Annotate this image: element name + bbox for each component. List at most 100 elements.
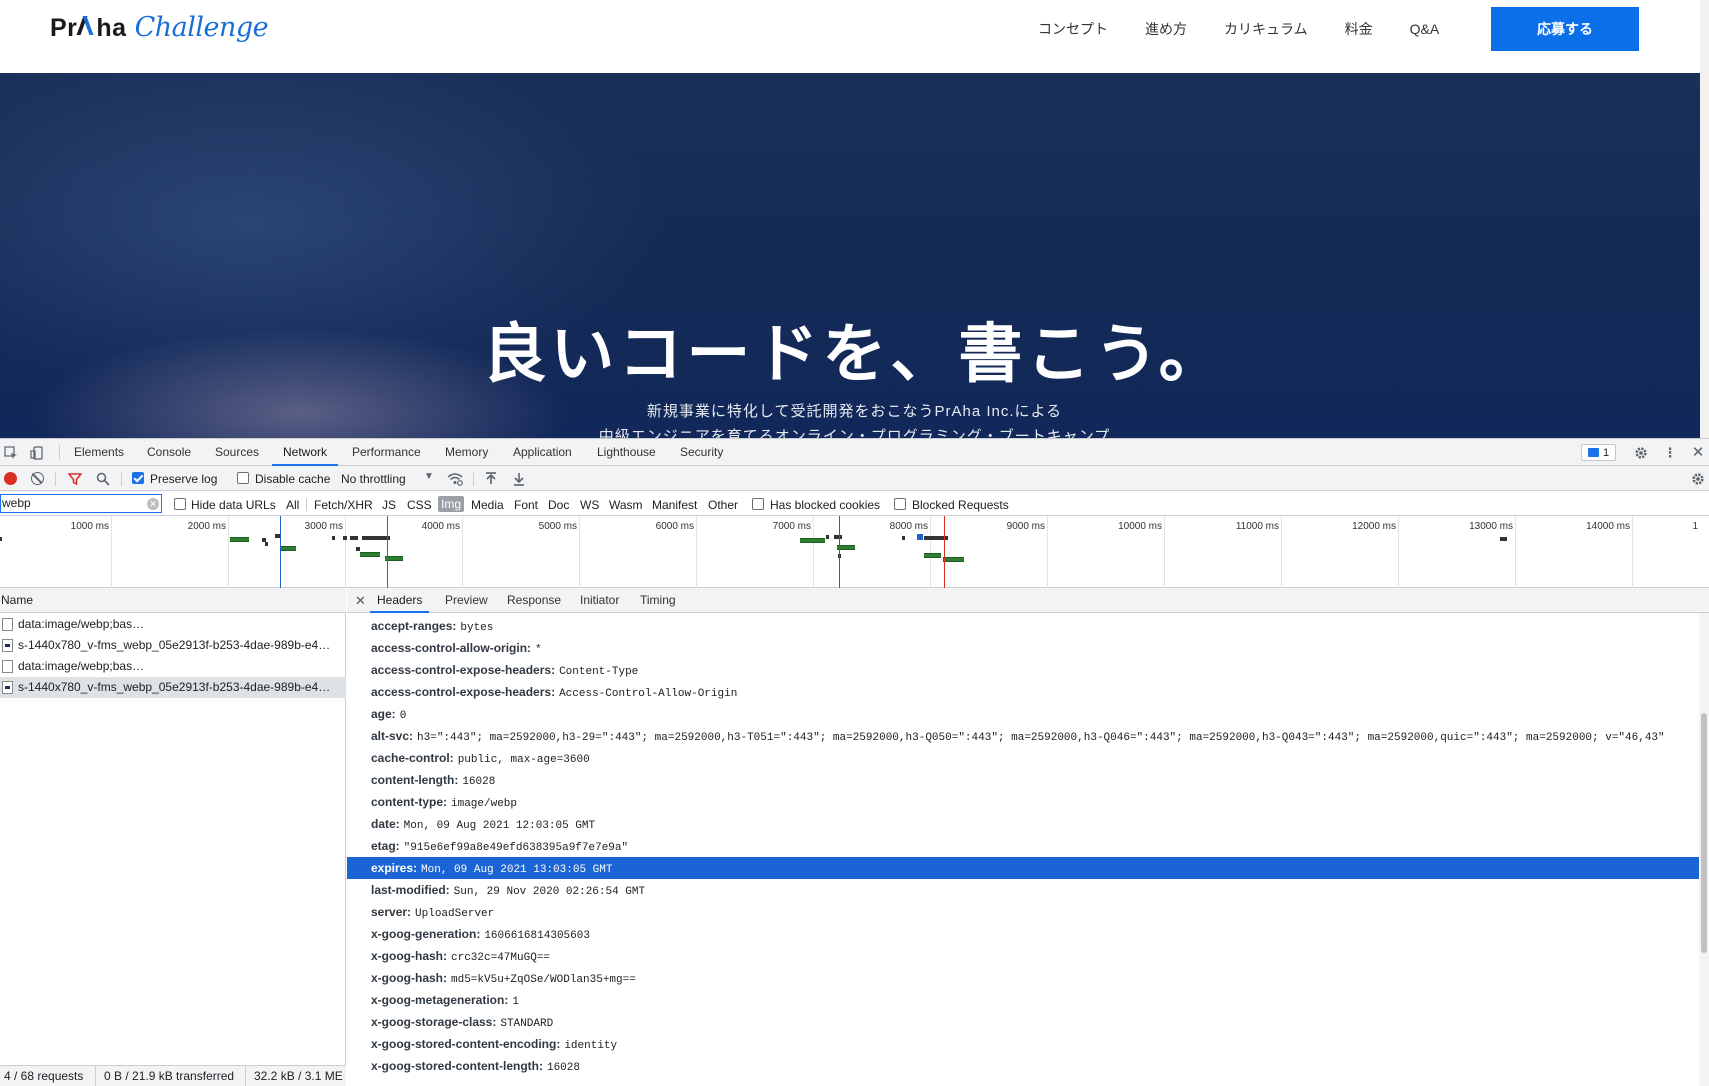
tab-elements[interactable]: Elements	[74, 439, 124, 466]
header-row[interactable]: cache-control: public, max-age=3600	[347, 747, 1699, 769]
network-filter-bar: webp ✕ Hide data URLs All Fetch/XHR JS C…	[0, 491, 1709, 516]
has-blocked-cookies-checkbox[interactable]	[752, 498, 764, 510]
request-row[interactable]: data:image/webp;bas…	[0, 656, 346, 677]
clear-icon[interactable]	[31, 472, 44, 485]
issues-badge[interactable]: 1	[1581, 444, 1616, 461]
search-icon[interactable]	[95, 471, 111, 487]
detail-scrollbar[interactable]	[1699, 613, 1709, 1086]
device-toolbar-icon[interactable]	[29, 445, 45, 461]
type-filter-font[interactable]: Font	[514, 498, 538, 512]
header-row[interactable]: x-goog-storage-class: STANDARD	[347, 1011, 1699, 1033]
filter-input[interactable]: webp	[0, 494, 162, 513]
tab-preview[interactable]: Preview	[445, 588, 488, 613]
header-row[interactable]: x-goog-stored-content-length: 16028	[347, 1055, 1699, 1077]
header-row[interactable]: x-goog-stored-content-encoding: identity	[347, 1033, 1699, 1055]
header-row[interactable]: age: 0	[347, 703, 1699, 725]
settings-gear-icon[interactable]	[1633, 445, 1649, 461]
hide-data-urls-label[interactable]: Hide data URLs	[191, 498, 276, 512]
header-row[interactable]: access-control-allow-origin: *	[347, 637, 1699, 659]
header-value: 1	[512, 996, 519, 1008]
disable-cache-checkbox[interactable]	[237, 472, 249, 484]
nav-link-pricing[interactable]: 料金	[1345, 18, 1373, 40]
type-filter-js[interactable]: JS	[382, 498, 396, 512]
blocked-requests-label[interactable]: Blocked Requests	[912, 498, 1009, 512]
disable-cache-label[interactable]: Disable cache	[255, 472, 330, 486]
throttling-select[interactable]: No throttling	[341, 472, 406, 486]
tab-security[interactable]: Security	[680, 439, 723, 466]
apply-button[interactable]: 応募する	[1491, 7, 1639, 51]
header-row[interactable]: content-type: image/webp	[347, 791, 1699, 813]
header-row-selected[interactable]: expires: Mon, 09 Aug 2021 13:03:05 GMT	[347, 857, 1699, 879]
export-har-icon[interactable]	[511, 471, 527, 487]
hide-data-urls-checkbox[interactable]	[174, 498, 186, 510]
type-filter-img[interactable]: Img	[438, 496, 465, 512]
tab-initiator[interactable]: Initiator	[580, 588, 619, 613]
header-row[interactable]: etag: "915e6ef99a8e49efd638395a9f7e7e9a"	[347, 835, 1699, 857]
page-scrollbar[interactable]	[1700, 0, 1709, 438]
request-row[interactable]: data:image/webp;bas…	[0, 614, 346, 635]
tab-console[interactable]: Console	[147, 439, 191, 466]
filter-icon[interactable]	[67, 471, 83, 487]
network-settings-gear-icon[interactable]	[1690, 471, 1706, 487]
praha-challenge-logo[interactable]: Pr ha Challenge	[50, 12, 269, 52]
tick-label: 4000 ms	[421, 521, 460, 532]
record-icon[interactable]	[4, 472, 17, 485]
request-row-selected[interactable]: s-1440x780_v-fms_webp_05e2913f-b253-4dae…	[0, 677, 346, 698]
tab-timing[interactable]: Timing	[640, 588, 676, 613]
tab-performance[interactable]: Performance	[352, 439, 421, 466]
type-filter-all[interactable]: All	[286, 498, 299, 512]
type-filter-fetch-xhr[interactable]: Fetch/XHR	[314, 498, 373, 512]
header-row[interactable]: access-control-expose-headers: Content-Ty…	[347, 659, 1699, 681]
header-row[interactable]: x-goog-metageneration: 1	[347, 989, 1699, 1011]
more-options-kebab-icon[interactable]: ⋮	[1662, 445, 1678, 461]
preserve-log-label[interactable]: Preserve log	[150, 472, 217, 486]
nav-link-concept[interactable]: コンセプト	[1038, 18, 1108, 40]
load-event-marker	[387, 516, 388, 588]
filter-clear-icon[interactable]: ✕	[147, 498, 159, 510]
logo-challenge-script: Challenge	[134, 12, 269, 43]
header-row[interactable]: access-control-expose-headers: Access-Con…	[347, 681, 1699, 703]
request-row[interactable]: s-1440x780_v-fms_webp_05e2913f-b253-4dae…	[0, 635, 346, 656]
throttling-dropdown-icon[interactable]: ▼	[424, 471, 434, 482]
header-row[interactable]: x-goog-hash: crc32c=47MuGQ==	[347, 945, 1699, 967]
tab-sources[interactable]: Sources	[215, 439, 259, 466]
nav-link-process[interactable]: 進め方	[1145, 18, 1187, 40]
header-row[interactable]: alt-svc: h3=":443"; ma=2592000,h3-29=":44…	[347, 725, 1699, 747]
tab-lighthouse[interactable]: Lighthouse	[597, 439, 656, 466]
import-har-icon[interactable]	[483, 471, 499, 487]
blocked-requests-checkbox[interactable]	[894, 498, 906, 510]
header-row[interactable]: x-goog-generation: 1606616814305603	[347, 923, 1699, 945]
type-filter-ws[interactable]: WS	[580, 498, 599, 512]
preserve-log-checkbox[interactable]	[132, 472, 144, 484]
tab-application[interactable]: Application	[513, 439, 572, 466]
type-filter-media[interactable]: Media	[471, 498, 504, 512]
header-row[interactable]: x-goog-hash: md5=kV5u+ZqOSe/WODlan35+mg==	[347, 967, 1699, 989]
network-overview-timeline[interactable]: 1000 ms 2000 ms 3000 ms 4000 ms 5000 ms …	[0, 516, 1709, 588]
inspect-element-icon[interactable]	[3, 445, 19, 461]
header-row[interactable]: accept-ranges: bytes	[347, 615, 1699, 637]
tab-network[interactable]: Network	[272, 439, 339, 466]
close-detail-icon[interactable]: ✕	[355, 593, 366, 609]
tick-label: 13000 ms	[1469, 521, 1513, 532]
nav-link-curriculum[interactable]: カリキュラム	[1224, 18, 1308, 40]
resources-size: 32.2 kB / 3.1 ME	[254, 1069, 343, 1083]
has-blocked-cookies-label[interactable]: Has blocked cookies	[770, 498, 880, 512]
header-row[interactable]: server: UploadServer	[347, 901, 1699, 923]
name-column-header[interactable]: Name	[0, 588, 346, 613]
tab-headers[interactable]: Headers	[370, 588, 430, 613]
type-filter-manifest[interactable]: Manifest	[652, 498, 697, 512]
scrollbar-thumb[interactable]	[1701, 713, 1707, 953]
tab-response[interactable]: Response	[507, 588, 561, 613]
type-filter-doc[interactable]: Doc	[548, 498, 569, 512]
header-row[interactable]: content-length: 16028	[347, 769, 1699, 791]
header-row[interactable]: last-modified: Sun, 29 Nov 2020 02:26:54 …	[347, 879, 1699, 901]
type-filter-wasm[interactable]: Wasm	[609, 498, 643, 512]
type-filter-css[interactable]: CSS	[407, 498, 432, 512]
close-devtools-icon[interactable]: ✕	[1690, 444, 1706, 461]
header-row[interactable]: date: Mon, 09 Aug 2021 12:03:05 GMT	[347, 813, 1699, 835]
nav-link-faq[interactable]: Q&A	[1410, 18, 1440, 40]
devtools-tab-bar: Elements Console Sources Network Perform…	[0, 439, 1709, 466]
tab-memory[interactable]: Memory	[445, 439, 488, 466]
network-conditions-wifi-icon[interactable]	[447, 471, 463, 487]
type-filter-other[interactable]: Other	[708, 498, 738, 512]
